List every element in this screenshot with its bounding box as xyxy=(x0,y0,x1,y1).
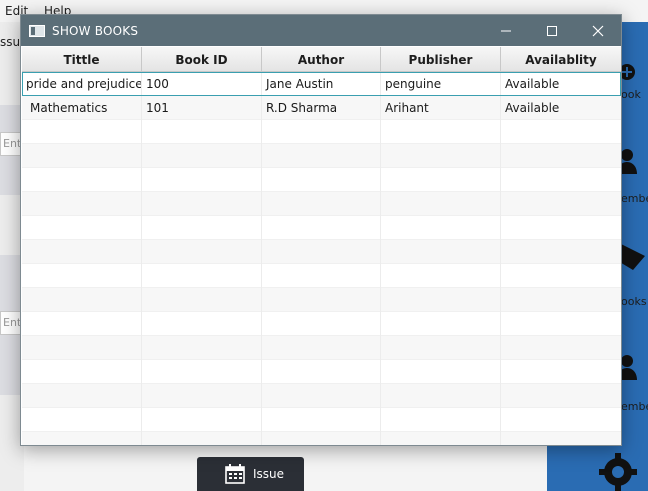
empty-row xyxy=(22,216,621,240)
empty-row xyxy=(22,264,621,288)
table-header: Tittle Book ID Author Publisher Availabl… xyxy=(22,47,621,72)
cell-book-id: 101 xyxy=(142,96,262,120)
cell-availability: Available xyxy=(505,101,560,115)
issue-button-label: Issue xyxy=(253,467,285,481)
minimize-icon xyxy=(501,30,511,31)
cell-author: R.D Sharma xyxy=(262,96,381,120)
empty-row xyxy=(22,336,621,360)
window-title: SHOW BOOKS xyxy=(52,23,139,38)
empty-row xyxy=(22,288,621,312)
empty-row xyxy=(22,408,621,432)
cell-availability: Available xyxy=(505,77,560,91)
close-icon xyxy=(592,25,604,36)
books-label: ooks xyxy=(621,295,647,308)
close-button[interactable] xyxy=(575,15,621,46)
empty-row xyxy=(22,360,621,384)
window-controls xyxy=(483,15,621,46)
empty-row xyxy=(22,432,621,445)
table-row[interactable]: Mathematics 101 R.D Sharma Arihant Avail… xyxy=(22,96,621,120)
cell-publisher: penguine xyxy=(381,72,501,96)
books-table[interactable]: Tittle Book ID Author Publisher Availabl… xyxy=(22,47,621,445)
minimize-button[interactable] xyxy=(483,15,529,46)
column-header-publisher[interactable]: Publisher xyxy=(381,47,501,72)
empty-row xyxy=(22,384,621,408)
show-books-window: SHOW BOOKS Tittle Book ID Author Publish… xyxy=(20,14,622,446)
cell-author: Jane Austin xyxy=(262,72,381,96)
column-header-title[interactable]: Tittle xyxy=(22,47,142,72)
empty-row xyxy=(22,192,621,216)
members-label: embe xyxy=(621,192,648,205)
settings-gear-icon[interactable] xyxy=(595,452,641,491)
empty-row xyxy=(22,120,621,144)
maximize-button[interactable] xyxy=(529,15,575,46)
cell-book-id: 100 xyxy=(142,72,262,96)
empty-row xyxy=(22,240,621,264)
cell-title: Mathematics xyxy=(22,96,142,120)
column-header-book-id[interactable]: Book ID xyxy=(142,47,262,72)
calendar-icon xyxy=(225,464,245,484)
column-header-availability[interactable]: Availablity xyxy=(501,47,621,72)
cell-title: pride and prejudice xyxy=(22,72,142,96)
empty-row xyxy=(22,168,621,192)
issue-button[interactable]: Issue xyxy=(197,457,304,491)
empty-row xyxy=(22,312,621,336)
maximize-icon xyxy=(547,25,557,36)
table-row[interactable]: pride and prejudice 100 Jane Austin peng… xyxy=(22,72,621,96)
window-app-icon xyxy=(29,24,45,37)
members-label-2: embe xyxy=(621,400,648,413)
empty-row xyxy=(22,144,621,168)
column-header-author[interactable]: Author xyxy=(262,47,381,72)
add-book-label: ook xyxy=(621,88,641,101)
cell-publisher: Arihant xyxy=(381,96,501,120)
title-bar[interactable]: SHOW BOOKS xyxy=(21,15,621,46)
